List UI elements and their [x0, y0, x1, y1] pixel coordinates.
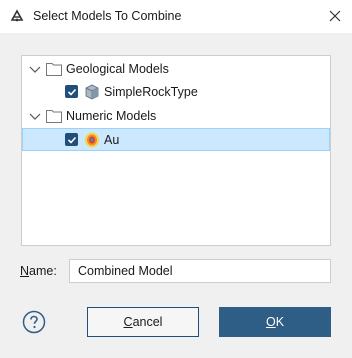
models-tree[interactable]: Geological Models SimpleRockType Numeric… — [21, 55, 331, 246]
au-checkbox[interactable] — [65, 133, 78, 146]
dialog-title: Select Models To Combine — [33, 9, 182, 23]
app-logo-icon — [10, 9, 24, 22]
name-input[interactable] — [69, 259, 331, 283]
tree-group-label: Geological Models — [66, 62, 169, 76]
folder-icon — [46, 63, 62, 76]
help-icon — [22, 310, 46, 334]
checkmark-icon — [67, 88, 76, 96]
tree-item-au[interactable]: Au — [22, 128, 330, 151]
folder-icon — [46, 110, 62, 123]
geological-model-icon — [85, 84, 99, 100]
name-label: Name: — [20, 264, 57, 278]
tree-item-label: Au — [104, 133, 120, 147]
select-models-dialog: Select Models To Combine Geological Mode… — [0, 0, 352, 358]
ok-button[interactable]: OK — [219, 307, 331, 337]
chevron-down-icon[interactable] — [28, 62, 42, 76]
tree-group-geological-models[interactable]: Geological Models — [22, 58, 330, 80]
title-bar: Select Models To Combine — [0, 0, 352, 33]
numeric-model-icon — [85, 132, 99, 148]
checkmark-icon — [67, 136, 76, 144]
simplerocktype-checkbox[interactable] — [65, 85, 78, 98]
help-button[interactable] — [22, 310, 46, 334]
tree-item-simplerocktype[interactable]: SimpleRockType — [22, 81, 330, 103]
close-icon — [329, 10, 341, 22]
tree-item-label: SimpleRockType — [104, 85, 198, 99]
close-button[interactable] — [322, 4, 348, 28]
tree-group-label: Numeric Models — [66, 109, 157, 123]
chevron-down-icon[interactable] — [28, 109, 42, 123]
cancel-button[interactable]: Cancel — [87, 307, 199, 337]
tree-group-numeric-models[interactable]: Numeric Models — [22, 105, 330, 127]
